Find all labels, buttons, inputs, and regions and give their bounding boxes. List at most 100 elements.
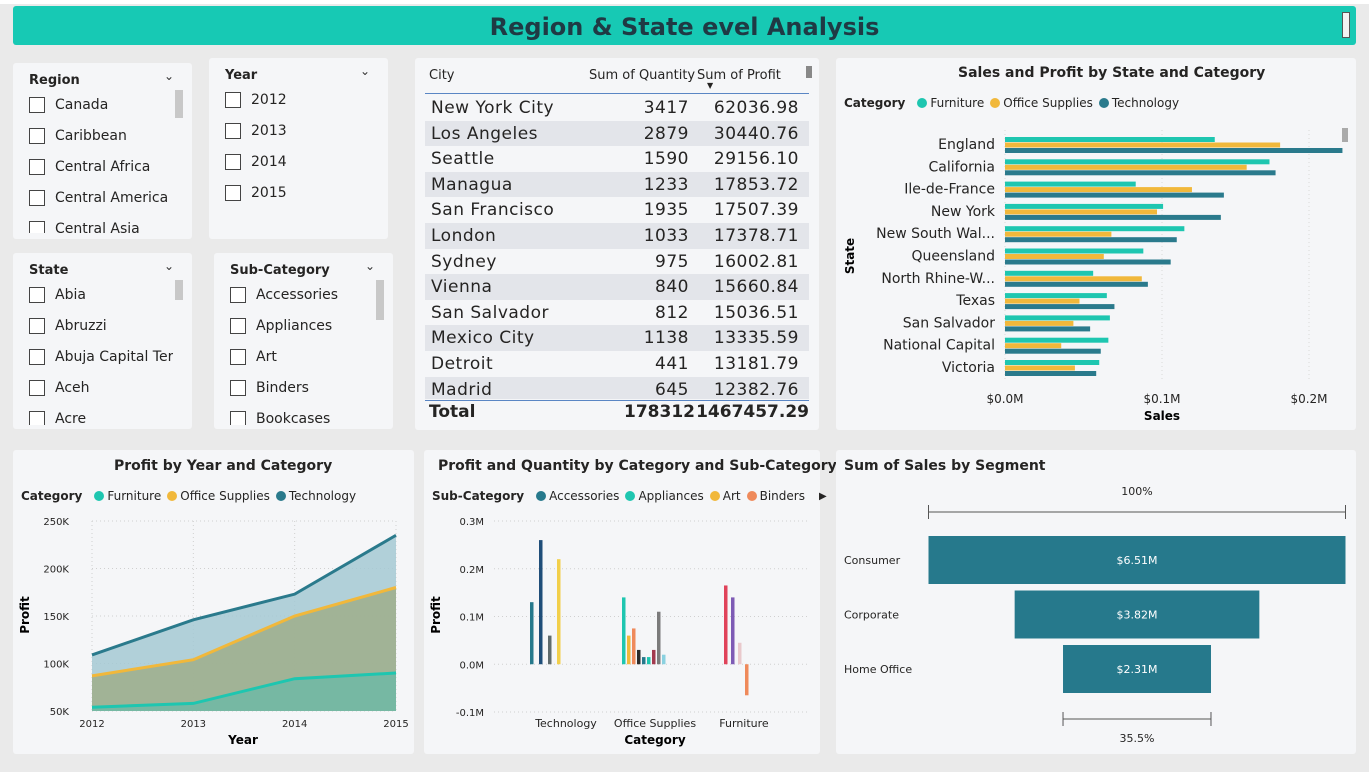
- bar-furniture[interactable]: [1005, 315, 1110, 321]
- bar-furniture[interactable]: [1005, 159, 1270, 165]
- year-option[interactable]: 2015: [225, 183, 287, 203]
- bar-office-supplies[interactable]: [1005, 343, 1062, 349]
- bar-office-supplies[interactable]: [1005, 142, 1281, 148]
- checkbox-icon[interactable]: [29, 349, 45, 365]
- checkbox-icon[interactable]: [29, 411, 45, 425]
- bar-technology[interactable]: [1005, 148, 1343, 153]
- table-row[interactable]: Vienna 840 15660.84: [425, 274, 809, 300]
- bar-subcategory[interactable]: [647, 657, 651, 665]
- checkbox-icon[interactable]: [225, 185, 241, 201]
- bar-technology[interactable]: [1005, 237, 1177, 243]
- bar-subcategory[interactable]: [642, 657, 646, 665]
- bar-subcategory[interactable]: [539, 540, 543, 665]
- bar-furniture[interactable]: [1005, 203, 1164, 209]
- bar-office-supplies[interactable]: [1005, 209, 1157, 215]
- table-row[interactable]: San Salvador 812 15036.51: [425, 300, 809, 326]
- subcategory-option[interactable]: Accessories: [230, 285, 338, 305]
- bar-technology[interactable]: [1005, 192, 1224, 198]
- bar-technology[interactable]: [1005, 326, 1091, 332]
- state-option[interactable]: Abuja Capital Ter...: [29, 347, 173, 367]
- chart-scrollbar[interactable]: [1342, 128, 1348, 142]
- year-option[interactable]: 2014: [225, 152, 287, 172]
- subcategory-option[interactable]: Binders: [230, 378, 309, 398]
- checkbox-icon[interactable]: [29, 380, 45, 396]
- bar-subcategory[interactable]: [724, 585, 728, 665]
- bar-subcategory[interactable]: [627, 635, 631, 665]
- bar-furniture[interactable]: [1005, 226, 1185, 232]
- checkbox-icon[interactable]: [29, 159, 45, 175]
- bar-subcategory[interactable]: [731, 597, 735, 665]
- bar-subcategory[interactable]: [657, 611, 661, 665]
- column-header-city[interactable]: City: [429, 68, 454, 83]
- table-row[interactable]: Seattle 1590 29156.10: [425, 146, 809, 172]
- bar-subcategory[interactable]: [548, 635, 552, 665]
- table-row[interactable]: Sydney 975 16002.81: [425, 249, 809, 275]
- table-row[interactable]: Managua 1233 17853.72: [425, 171, 809, 198]
- bar-furniture[interactable]: [1005, 337, 1109, 343]
- bar-office-supplies[interactable]: [1005, 320, 1074, 326]
- checkbox-icon[interactable]: [29, 287, 45, 303]
- chevron-down-icon[interactable]: ⌄: [164, 259, 174, 273]
- checkbox-icon[interactable]: [230, 349, 246, 365]
- region-option[interactable]: Caribbean: [29, 126, 127, 146]
- state-option[interactable]: Abruzzi: [29, 316, 107, 336]
- table-row[interactable]: New York City 3417 62036.98: [425, 95, 809, 121]
- checkbox-icon[interactable]: [230, 318, 246, 334]
- bar-technology[interactable]: [1005, 371, 1097, 376]
- bar-subcategory[interactable]: [652, 649, 656, 665]
- bar-office-supplies[interactable]: [1005, 254, 1104, 259]
- bar-furniture[interactable]: [1005, 270, 1094, 276]
- region-option[interactable]: Canada: [29, 95, 108, 115]
- state-option[interactable]: Abia: [29, 285, 86, 305]
- checkbox-icon[interactable]: [230, 287, 246, 303]
- table-row[interactable]: Madrid 645 12382.76: [425, 376, 809, 399]
- bar-furniture[interactable]: [1005, 293, 1107, 299]
- chevron-down-icon[interactable]: ⌄: [164, 69, 174, 83]
- bar-technology[interactable]: [1005, 304, 1115, 310]
- bar-technology[interactable]: [1005, 259, 1171, 265]
- bar-subcategory[interactable]: [622, 597, 626, 665]
- checkbox-icon[interactable]: [29, 221, 45, 233]
- page-scrollbar[interactable]: [1342, 12, 1350, 38]
- checkbox-icon[interactable]: [225, 154, 241, 170]
- table-row[interactable]: London 1033 17378.71: [425, 223, 809, 249]
- checkbox-icon[interactable]: [230, 380, 246, 396]
- checkbox-icon[interactable]: [29, 97, 45, 113]
- subcategory-option[interactable]: Art: [230, 347, 277, 367]
- region-option[interactable]: Central America: [29, 188, 168, 208]
- checkbox-icon[interactable]: [225, 123, 241, 139]
- checkbox-icon[interactable]: [29, 318, 45, 334]
- bar-technology[interactable]: [1005, 348, 1101, 354]
- region-option[interactable]: Central Africa: [29, 157, 150, 177]
- year-option[interactable]: 2012: [225, 90, 287, 110]
- checkbox-icon[interactable]: [225, 92, 241, 108]
- bar-subcategory[interactable]: [662, 654, 666, 665]
- bar-office-supplies[interactable]: [1005, 164, 1247, 170]
- bar-furniture[interactable]: [1005, 360, 1100, 365]
- bar-technology[interactable]: [1005, 214, 1221, 220]
- subcategory-option[interactable]: Bookcases: [230, 409, 330, 425]
- bar-office-supplies[interactable]: [1005, 276, 1142, 282]
- bar-subcategory[interactable]: [637, 649, 641, 665]
- chevron-down-icon[interactable]: ⌄: [365, 259, 375, 273]
- bar-subcategory[interactable]: [530, 602, 534, 665]
- subcategory-option[interactable]: Appliances: [230, 316, 332, 336]
- bar-furniture[interactable]: [1005, 248, 1144, 254]
- region-option[interactable]: Central Asia: [29, 219, 140, 233]
- table-row[interactable]: Mexico City 1138 13335.59: [425, 325, 809, 351]
- bar-furniture[interactable]: [1005, 181, 1136, 187]
- bar-subcategory[interactable]: [632, 628, 636, 665]
- bar-furniture[interactable]: [1005, 137, 1215, 142]
- bar-subcategory[interactable]: [557, 559, 561, 665]
- table-scrollbar[interactable]: [806, 66, 812, 78]
- state-slicer-scrollbar[interactable]: [175, 280, 183, 300]
- bar-office-supplies[interactable]: [1005, 231, 1112, 237]
- table-row[interactable]: Los Angeles 2879 30440.76: [425, 120, 809, 147]
- bar-subcategory[interactable]: [745, 664, 749, 696]
- bar-technology[interactable]: [1005, 170, 1276, 176]
- state-option[interactable]: Acre: [29, 409, 86, 425]
- checkbox-icon[interactable]: [29, 190, 45, 206]
- bar-technology[interactable]: [1005, 281, 1148, 287]
- bar-office-supplies[interactable]: [1005, 187, 1192, 193]
- bar-office-supplies[interactable]: [1005, 298, 1080, 304]
